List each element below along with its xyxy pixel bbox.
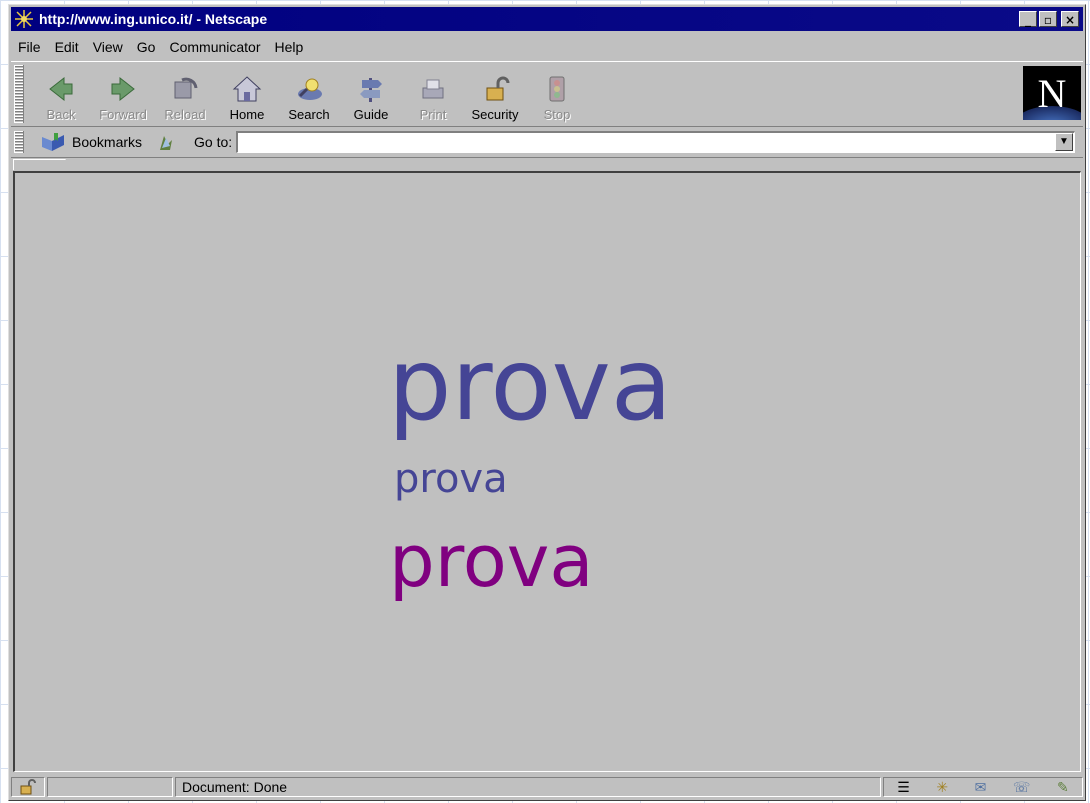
back-icon: [49, 76, 73, 102]
status-bar: Document: Done ☰ ✳ ✉ ☏ ✎: [11, 776, 1083, 798]
security-status[interactable]: [11, 777, 45, 797]
menu-go[interactable]: Go: [130, 39, 163, 55]
reload-button[interactable]: Reload: [154, 74, 216, 122]
stop-icon: [549, 76, 565, 102]
search-icon: [298, 78, 322, 100]
netscape-logo-letter: N: [1037, 71, 1067, 116]
home-button[interactable]: Home: [216, 74, 278, 122]
component-bar-grip-icon[interactable]: ☰: [897, 779, 910, 796]
browser-window: http://www.ing.unico.it/ - Netscape _ ▫ …: [8, 4, 1086, 801]
window-title: http://www.ing.unico.it/ - Netscape: [39, 11, 268, 27]
bookmarks-icon: [42, 133, 64, 151]
status-text: Document: Done: [175, 777, 881, 797]
menu-bar: File Edit View Go Communicator Help: [11, 35, 1083, 59]
home-icon: [232, 76, 262, 102]
back-label: Back: [46, 107, 76, 122]
home-label: Home: [229, 107, 265, 122]
personal-toolbar-tab[interactable]: [13, 159, 66, 170]
discussion-groups-icon[interactable]: ☏: [1013, 779, 1031, 796]
goto-label: Go to:: [194, 134, 233, 150]
menu-file[interactable]: File: [11, 39, 48, 55]
location-toolbar-grip[interactable]: [14, 131, 24, 153]
maximize-button[interactable]: ▫: [1039, 11, 1057, 27]
print-icon: [422, 79, 444, 99]
minimize-button[interactable]: _: [1019, 11, 1037, 27]
forward-icon: [111, 76, 135, 102]
navigation-toolbar: Back Forward Reload Home Search Guide Pr…: [11, 61, 1083, 127]
navigator-icon[interactable]: ✳: [936, 779, 948, 796]
menu-edit[interactable]: Edit: [48, 39, 86, 55]
search-button[interactable]: Search: [278, 74, 340, 122]
print-button[interactable]: Print: [402, 74, 464, 122]
guide-button[interactable]: Guide: [340, 74, 402, 122]
page-proxy-icon[interactable]: [156, 132, 176, 152]
composer-icon[interactable]: ✎: [1057, 779, 1069, 796]
security-button[interactable]: Security: [464, 74, 526, 122]
stop-button[interactable]: Stop: [526, 74, 588, 122]
bookmarks-label: Bookmarks: [72, 134, 143, 150]
component-bar: ☰ ✳ ✉ ☏ ✎: [883, 777, 1083, 797]
menu-help[interactable]: Help: [268, 39, 311, 55]
back-button[interactable]: Back: [30, 74, 92, 122]
forward-label: Forward: [99, 107, 147, 122]
prova-large-text: prova: [388, 326, 673, 443]
menu-communicator[interactable]: Communicator: [162, 39, 267, 55]
mailbox-icon[interactable]: ✉: [975, 779, 987, 796]
netscape-app-icon: [15, 10, 33, 28]
forward-button[interactable]: Forward: [92, 74, 154, 122]
location-toolbar: Bookmarks Go to: ▼: [11, 127, 1083, 158]
reload-label: Reload: [164, 107, 206, 122]
reload-icon: [174, 77, 198, 99]
netscape-logo[interactable]: N: [1023, 66, 1081, 120]
title-bar[interactable]: http://www.ing.unico.it/ - Netscape _ ▫ …: [11, 7, 1083, 31]
status-lock-icon: [20, 779, 36, 795]
guide-icon: [360, 78, 382, 102]
prova-purple-text: prova: [389, 519, 594, 603]
toolbar-grip[interactable]: [14, 65, 24, 123]
close-button[interactable]: ×: [1061, 11, 1079, 27]
search-label: Search: [288, 107, 330, 122]
stop-label: Stop: [543, 107, 571, 122]
url-dropdown-button[interactable]: ▼: [1055, 133, 1073, 151]
print-label: Print: [419, 107, 447, 122]
security-label: Security: [471, 107, 519, 122]
progress-indicator: [47, 777, 173, 797]
page-content: prova prova prova: [13, 171, 1081, 772]
prova-small-text: prova: [394, 456, 508, 502]
menu-view[interactable]: View: [86, 39, 130, 55]
url-input[interactable]: [236, 131, 1075, 153]
bookmarks-button[interactable]: Bookmarks: [40, 131, 142, 153]
security-lock-icon: [486, 76, 510, 101]
guide-label: Guide: [353, 107, 389, 122]
